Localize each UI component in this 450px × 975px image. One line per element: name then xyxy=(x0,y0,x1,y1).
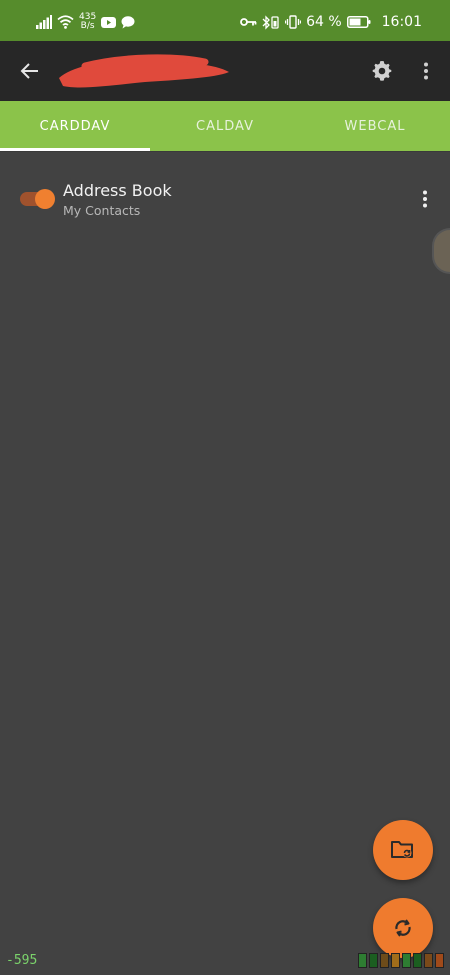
collection-title: Address Book xyxy=(63,181,172,200)
tab-bar: CARDDAV CALDAV WEBCAL xyxy=(0,101,450,152)
debug-counter: -595 xyxy=(6,953,38,968)
floating-edge-handle[interactable] xyxy=(432,228,450,274)
memory-bar xyxy=(358,953,367,968)
clock: 16:01 xyxy=(381,14,422,30)
memory-bar xyxy=(435,953,444,968)
screen: 435 B/s 64 % 16:01 CARDDAV CALDAV WEBCAL… xyxy=(0,0,450,975)
memory-bar xyxy=(380,953,389,968)
memory-bars-overlay xyxy=(358,953,444,968)
status-right: 64 % 16:01 xyxy=(240,10,422,34)
youtube-notification-icon xyxy=(101,16,117,28)
arrow-left-icon[interactable] xyxy=(18,59,42,83)
status-bar: 435 B/s 64 % 16:01 xyxy=(0,0,450,41)
memory-bar xyxy=(424,953,433,968)
toggle-thumb xyxy=(35,189,55,209)
sync-icon xyxy=(395,919,411,937)
memory-bar xyxy=(391,953,400,968)
status-left: 435 B/s xyxy=(36,10,135,34)
list-item[interactable]: Address Book My Contacts xyxy=(0,170,450,230)
tab-carddav[interactable]: CARDDAV xyxy=(0,101,150,152)
sync-button[interactable] xyxy=(373,898,433,958)
wifi-icon xyxy=(57,15,74,29)
bluetooth-battery-icon xyxy=(262,14,279,30)
gear-icon[interactable] xyxy=(370,59,394,83)
app-toolbar: m xyxy=(0,41,450,101)
collection-subtitle: My Contacts xyxy=(63,203,141,218)
tab-caldav[interactable]: CALDAV xyxy=(150,101,300,152)
more-vert-icon[interactable] xyxy=(414,59,438,83)
vpn-key-icon xyxy=(240,18,257,26)
network-speed-unit: B/s xyxy=(80,21,95,31)
tab-webcal[interactable]: WEBCAL xyxy=(300,101,450,152)
memory-bar xyxy=(413,953,422,968)
signal-icon xyxy=(36,15,52,29)
more-vert-icon[interactable] xyxy=(413,187,437,211)
folder-sync-icon xyxy=(391,841,413,858)
battery-percentage: 64 % xyxy=(306,14,342,30)
sync-toggle[interactable] xyxy=(20,189,56,209)
create-collection-button[interactable] xyxy=(373,820,433,880)
message-notification-icon xyxy=(121,15,135,28)
memory-bar xyxy=(402,953,411,968)
memory-bar xyxy=(369,953,378,968)
redaction-scribble xyxy=(59,54,229,88)
network-speed: 435 B/s xyxy=(79,13,96,31)
vibrate-icon xyxy=(285,15,302,29)
tabs-divider xyxy=(0,151,450,152)
battery-icon xyxy=(346,16,371,28)
